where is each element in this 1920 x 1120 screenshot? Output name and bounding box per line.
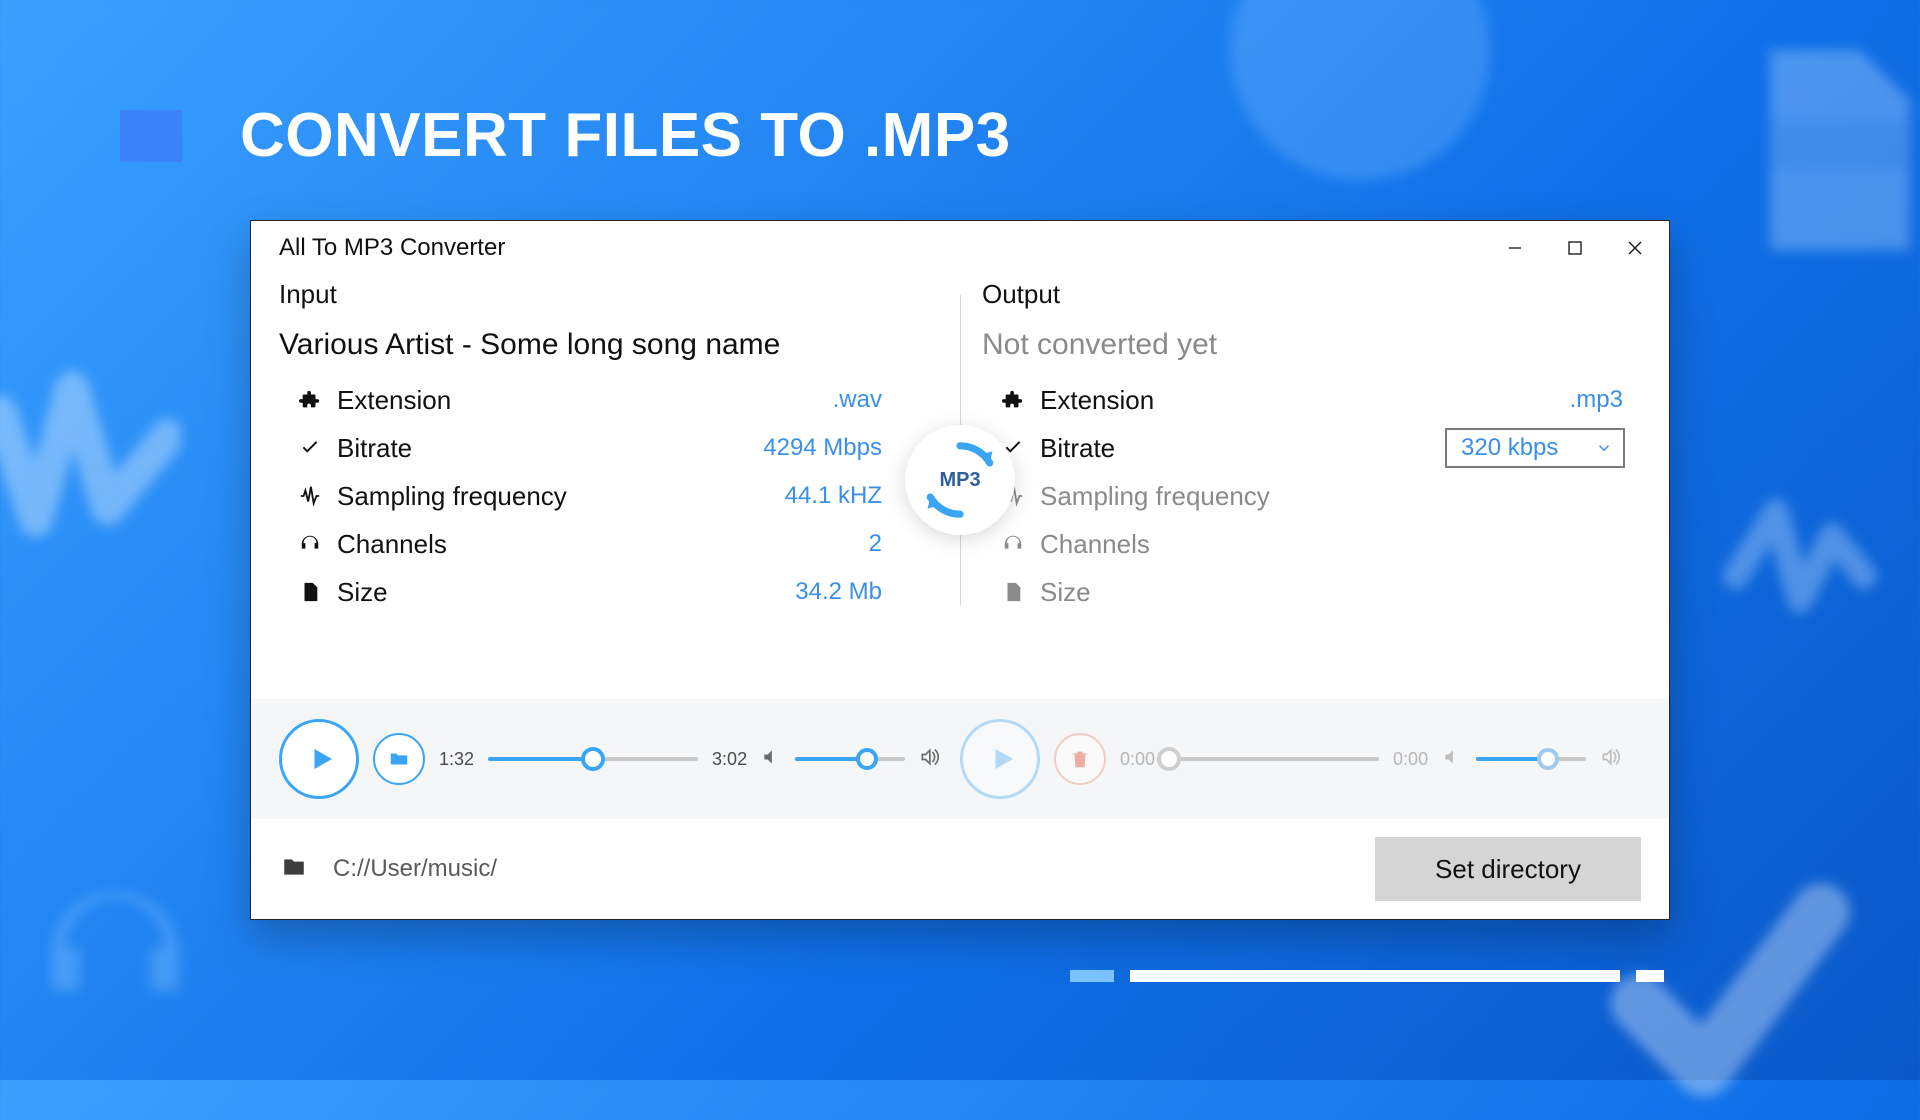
bg-circle (1230, 0, 1490, 180)
puzzle-icon (1000, 387, 1026, 413)
maximize-button[interactable] (1545, 225, 1605, 271)
set-directory-button[interactable]: Set directory (1375, 837, 1641, 901)
headphones-icon (1000, 531, 1026, 557)
output-prop-size: Size (982, 568, 1641, 616)
output-bitrate-value: 320 kbps (1461, 434, 1558, 462)
output-heading: Output (982, 279, 1641, 310)
footer: C://User/music/ Set directory (251, 819, 1669, 919)
output-prop-channels: Channels (982, 520, 1641, 568)
window-title: All To MP3 Converter (279, 234, 505, 262)
output-volume-knob[interactable] (1537, 748, 1559, 770)
play-icon (307, 742, 337, 776)
output-play-button[interactable] (960, 719, 1040, 799)
output-seek-slider[interactable] (1169, 757, 1379, 761)
refresh-icon (915, 435, 1005, 525)
volume-high-icon (1600, 747, 1620, 772)
input-prop-sampling: Sampling frequency 44.1 kHZ (279, 472, 938, 520)
chevron-down-icon (1595, 439, 1613, 457)
play-icon (988, 742, 1018, 776)
titlebar: All To MP3 Converter (251, 221, 1669, 275)
file-icon (297, 579, 323, 605)
output-current-time: 0:00 (1120, 749, 1155, 770)
input-seek-knob[interactable] (581, 747, 605, 771)
output-bitrate-select[interactable]: 320 kbps (1445, 428, 1625, 468)
input-seek-fill (488, 757, 593, 761)
input-prop-extension: Extension .wav (279, 376, 938, 424)
input-panel: Input Various Artist - Some long song na… (279, 275, 938, 699)
input-current-time: 1:32 (439, 749, 474, 770)
folder-icon (279, 854, 309, 885)
headphones-icon (297, 531, 323, 557)
minimize-button[interactable] (1485, 225, 1545, 271)
folder-icon (387, 748, 411, 770)
volume-high-icon (919, 747, 939, 772)
input-play-button[interactable] (279, 719, 359, 799)
input-prop-size: Size 34.2 Mb (279, 568, 938, 616)
bg-file-icon (1710, 30, 1920, 270)
output-seek-knob[interactable] (1157, 747, 1181, 771)
input-prop-bitrate: Bitrate 4294 Mbps (279, 424, 938, 472)
output-volume-slider[interactable] (1476, 757, 1586, 761)
output-delete-button[interactable] (1054, 733, 1106, 785)
input-open-folder-button[interactable] (373, 733, 425, 785)
input-player: 1:32 3:02 (279, 719, 960, 799)
input-seek-slider[interactable] (488, 757, 698, 761)
output-prop-extension: Extension .mp3 (982, 376, 1641, 424)
promo-square (120, 110, 182, 162)
output-panel: Output Not converted yet Extension .mp3 … (938, 275, 1641, 699)
input-volume-knob[interactable] (856, 748, 878, 770)
input-total-time: 3:02 (712, 749, 747, 770)
app-window: All To MP3 Converter Input Various Artis… (250, 220, 1670, 920)
output-player: 0:00 0:00 (960, 719, 1641, 799)
output-prop-sampling: Sampling frequency (982, 472, 1641, 520)
file-icon (1000, 579, 1026, 605)
convert-badge[interactable]: MP3 (905, 425, 1015, 535)
trash-icon (1068, 748, 1092, 770)
window-controls (1485, 225, 1665, 271)
bg-headphones-icon (30, 870, 200, 1040)
output-prop-bitrate: Bitrate 320 kbps (982, 424, 1641, 472)
close-button[interactable] (1605, 225, 1665, 271)
promo-title: CONVERT FILES TO .MP3 (240, 100, 1011, 171)
volume-low-icon (761, 747, 781, 772)
input-file-title: Various Artist - Some long song name (279, 328, 938, 362)
check-icon (297, 435, 323, 461)
output-total-time: 0:00 (1393, 749, 1428, 770)
input-heading: Input (279, 279, 938, 310)
puzzle-icon (297, 387, 323, 413)
output-file-title: Not converted yet (982, 328, 1641, 362)
input-prop-channels: Channels 2 (279, 520, 938, 568)
player-strip: 1:32 3:02 0:00 (251, 699, 1669, 819)
bg-wave2-icon (1720, 480, 1880, 640)
waveform-icon (297, 483, 323, 509)
volume-low-icon (1442, 747, 1462, 772)
input-volume-slider[interactable] (795, 757, 905, 761)
promo-page-indicator (1070, 970, 1664, 982)
output-path: C://User/music/ (333, 855, 497, 883)
bg-wave-icon (0, 340, 180, 580)
